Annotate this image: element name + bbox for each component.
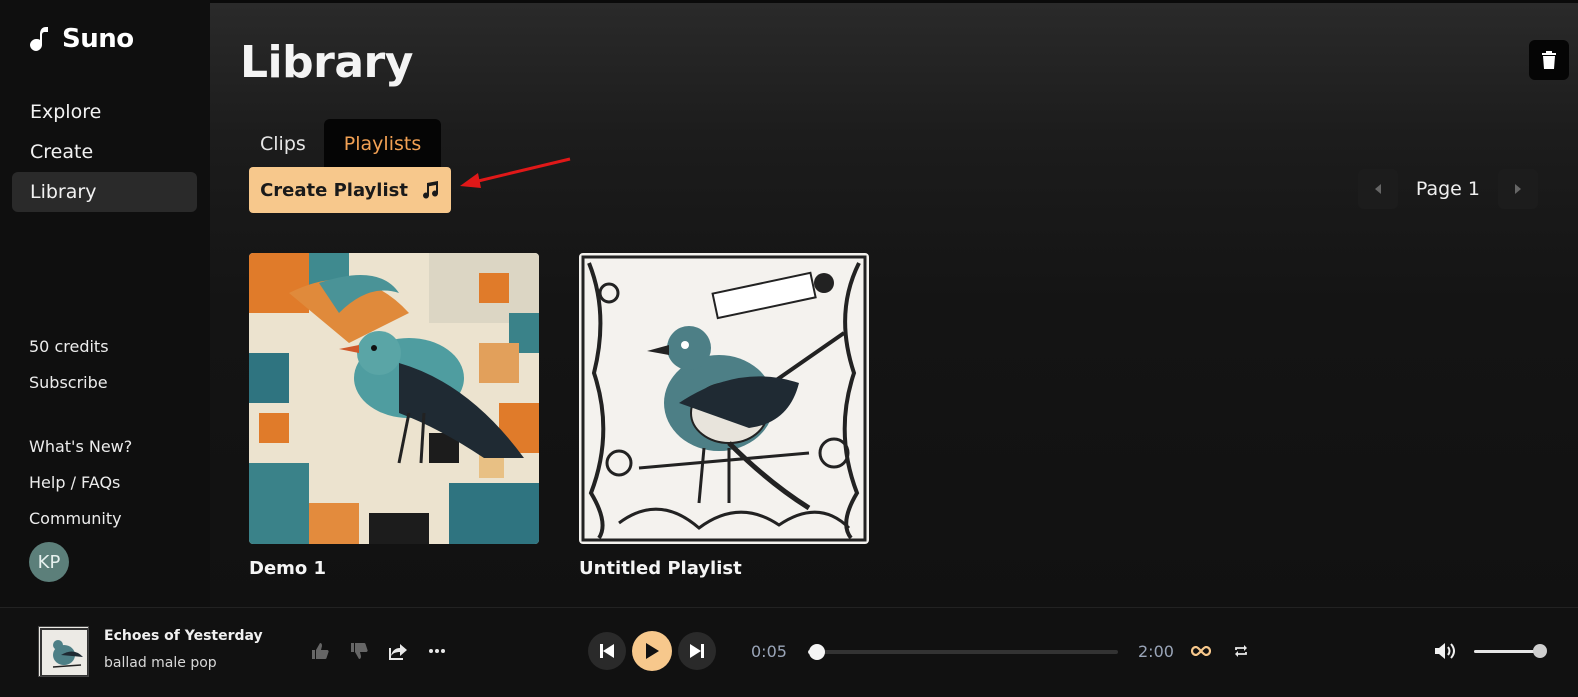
volume-knob[interactable]	[1533, 644, 1547, 658]
thumbs-down-icon	[351, 643, 368, 659]
now-playing-title[interactable]: Echoes of Yesterday	[104, 628, 263, 644]
next-track-button[interactable]	[678, 632, 716, 670]
play-icon	[646, 643, 659, 659]
pager: Page 1	[1357, 169, 1538, 209]
now-playing-tags: ballad male pop	[104, 655, 217, 671]
share-icon	[388, 644, 407, 660]
repeat-button[interactable]	[1230, 640, 1252, 662]
repeat-icon	[1235, 645, 1247, 657]
player-bar: Echoes of Yesterday ballad male pop 0:05…	[0, 607, 1578, 697]
help-faqs-link[interactable]: Help / FAQs	[29, 464, 132, 500]
now-playing-thumbnail[interactable]	[38, 626, 89, 677]
sidebar: Suno Explore Create Library 50 credits S…	[0, 0, 210, 607]
sidebar-item-explore[interactable]: Explore	[12, 92, 197, 132]
tab-clips[interactable]: Clips	[242, 119, 324, 169]
more-options-button[interactable]	[426, 640, 448, 662]
progress-slider[interactable]	[808, 644, 1118, 660]
annotation-arrow-icon	[460, 157, 571, 188]
now-playing-cover-image	[39, 627, 88, 676]
volume-icon	[1435, 643, 1455, 659]
trash-button[interactable]	[1529, 40, 1569, 80]
sidebar-lower: 50 credits Subscribe What's New? Help / …	[29, 328, 132, 582]
page-indicator: Page 1	[1415, 178, 1480, 200]
community-link[interactable]: Community	[29, 500, 132, 536]
next-page-button[interactable]	[1498, 169, 1538, 209]
more-horizontal-icon	[429, 649, 445, 653]
playlist-card[interactable]: Untitled Playlist	[579, 253, 869, 579]
elapsed-time: 0:05	[751, 642, 787, 661]
progress-knob[interactable]	[809, 644, 826, 660]
prev-page-button[interactable]	[1357, 169, 1398, 209]
credits-count: 50 credits	[29, 336, 109, 356]
avatar[interactable]: KP	[29, 542, 69, 582]
create-playlist-button[interactable]: Create Playlist	[249, 167, 451, 213]
music-note-icon	[422, 181, 438, 199]
playlist-cover-image	[249, 253, 539, 544]
dislike-button[interactable]	[348, 640, 370, 662]
app-root: Suno Explore Create Library 50 credits S…	[0, 0, 1578, 697]
chevron-right-icon	[1515, 184, 1521, 194]
playlist-card[interactable]: Demo 1	[249, 253, 539, 579]
library-tabs: Clips Playlists	[242, 119, 442, 169]
trash-icon	[1542, 51, 1556, 69]
sidebar-item-library[interactable]: Library	[12, 172, 197, 212]
volume-button[interactable]	[1433, 639, 1457, 663]
create-playlist-label: Create Playlist	[260, 179, 408, 201]
playlist-title: Untitled Playlist	[579, 558, 742, 579]
subscribe-link[interactable]: Subscribe	[29, 364, 132, 400]
like-button[interactable]	[309, 640, 331, 662]
main-content: Library Clips Playlists Create Playlist	[210, 0, 1578, 607]
play-button[interactable]	[632, 631, 672, 671]
playlist-cover-image	[579, 253, 869, 544]
playlist-grid: Demo 1 Untitled Playlist	[249, 253, 869, 579]
skip-forward-icon	[690, 644, 704, 658]
skip-back-icon	[600, 644, 614, 658]
chevron-left-icon	[1374, 184, 1381, 194]
app-name: Suno	[62, 24, 134, 54]
sidebar-nav: Explore Create Library	[12, 92, 197, 212]
tab-playlists[interactable]: Playlists	[323, 119, 442, 169]
volume-slider[interactable]	[1474, 644, 1547, 658]
infinity-icon	[1191, 646, 1211, 656]
previous-track-button[interactable]	[588, 632, 626, 670]
share-button[interactable]	[387, 640, 409, 662]
total-duration: 2:00	[1138, 642, 1174, 661]
thumbs-up-icon	[312, 643, 329, 659]
whats-new-link[interactable]: What's New?	[29, 428, 132, 464]
playlist-title: Demo 1	[249, 558, 327, 579]
loop-infinite-button[interactable]	[1189, 640, 1213, 662]
page-title: Library	[240, 37, 413, 88]
suno-logo-icon	[30, 27, 48, 51]
logo[interactable]: Suno	[28, 24, 134, 54]
sidebar-item-create[interactable]: Create	[12, 132, 197, 172]
volume-fill	[1474, 650, 1540, 653]
